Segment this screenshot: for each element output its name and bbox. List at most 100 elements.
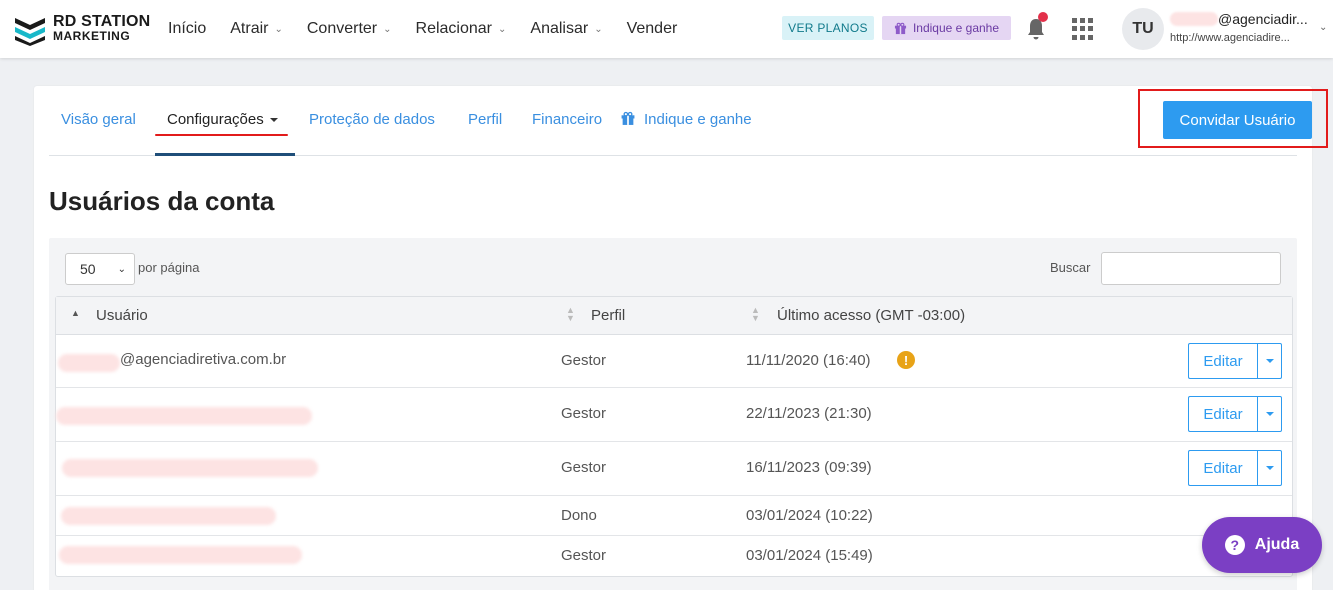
- edit-user-button[interactable]: Editar: [1188, 396, 1257, 432]
- invite-user-button[interactable]: Convidar Usuário: [1163, 101, 1312, 139]
- nav-label: Converter: [306, 20, 378, 37]
- chevron-down-icon: ⌄: [498, 23, 507, 35]
- notifications-bell-icon[interactable]: [1024, 12, 1048, 42]
- chevron-down-icon: ⌄: [117, 264, 126, 275]
- table-row: Gestor 16/11/2023 (09:39) Editar: [56, 442, 1292, 496]
- redacted-user: [62, 459, 318, 477]
- search-input[interactable]: [1101, 252, 1281, 285]
- redacted-user: [56, 407, 312, 425]
- search-label: Buscar: [1050, 260, 1091, 275]
- chevron-down-icon[interactable]: ⌄: [1319, 22, 1327, 33]
- notification-badge: [1038, 12, 1048, 22]
- redacted-name: [58, 354, 120, 372]
- redacted-user: [59, 546, 302, 564]
- column-header-usuario[interactable]: Usuário: [96, 307, 148, 324]
- warning-icon[interactable]: !: [897, 351, 915, 369]
- gift-icon: [894, 22, 907, 34]
- tab-financeiro[interactable]: Financeiro: [532, 111, 602, 128]
- ver-planos-button[interactable]: VER PLANOS: [782, 16, 874, 40]
- column-header-perfil[interactable]: Perfil: [591, 307, 625, 324]
- nav-item-analisar[interactable]: Analisar ⌄: [530, 20, 602, 38]
- nav-item-relacionar[interactable]: Relacionar ⌄: [416, 20, 507, 38]
- tab-visao-geral[interactable]: Visão geral: [61, 111, 136, 128]
- nav-label: Início: [168, 20, 207, 37]
- nav-item-vender[interactable]: Vender: [627, 20, 678, 38]
- edit-button-group: Editar: [1188, 450, 1282, 486]
- edit-user-button[interactable]: Editar: [1188, 450, 1257, 486]
- user-url[interactable]: http://www.agenciadire...: [1170, 32, 1290, 44]
- gift-icon: [620, 111, 636, 128]
- sort-asc-icon[interactable]: ▲: [71, 308, 80, 318]
- chevron-down-icon: ⌄: [594, 23, 603, 35]
- page-title: Usuários da conta: [49, 186, 275, 216]
- sort-icon[interactable]: ▲ ▼: [566, 306, 575, 323]
- per-page-value: 50: [80, 261, 96, 277]
- apps-grid-icon[interactable]: [1072, 18, 1094, 40]
- settings-tabs: Visão geral Configurações Proteção de da…: [49, 86, 1328, 156]
- edit-dropdown-button[interactable]: [1257, 450, 1282, 486]
- per-page-select[interactable]: 50 ⌄: [65, 253, 135, 285]
- tab-indique-e-ganhe[interactable]: Indique e ganhe: [620, 111, 752, 128]
- nav-label: Relacionar: [415, 20, 492, 37]
- nav-label: Vender: [626, 20, 678, 37]
- rd-logo-icon: [15, 18, 45, 46]
- profile-cell: Gestor: [561, 405, 607, 422]
- last-access-cell: 11/11/2020 (16:40): [746, 352, 871, 369]
- tab-label: Indique e ganhe: [644, 111, 752, 128]
- indique-label: Indique e ganhe: [912, 21, 1000, 35]
- last-access-cell: 03/01/2024 (15:49): [746, 547, 873, 564]
- nav-item-inicio[interactable]: Início: [168, 20, 206, 38]
- redacted-user: [61, 507, 276, 525]
- tab-protecao-de-dados[interactable]: Proteção de dados: [309, 111, 435, 128]
- annotation-underline: [155, 134, 288, 136]
- caret-down-icon: [1265, 412, 1274, 416]
- sort-icon[interactable]: ▲ ▼: [751, 306, 760, 323]
- table-row: Dono 03/01/2024 (10:22): [56, 496, 1292, 536]
- table-row: @agenciadiretiva.com.br Gestor 11/11/202…: [56, 335, 1292, 388]
- tab-label: Configurações: [167, 111, 264, 128]
- per-page-label: por página: [138, 260, 200, 275]
- edit-button-group: Editar: [1188, 343, 1282, 379]
- chevron-down-icon: ⌄: [274, 23, 283, 35]
- users-table-panel: 50 ⌄ por página Buscar ▲ Usuário ▲ ▼ Perf…: [49, 238, 1297, 590]
- edit-button-group: Editar: [1188, 396, 1282, 432]
- last-access-cell: 16/11/2023 (09:39): [746, 459, 872, 476]
- question-icon: ?: [1224, 535, 1245, 555]
- help-button[interactable]: ? Ajuda: [1202, 517, 1322, 573]
- nav-item-converter[interactable]: Converter ⌄: [307, 20, 392, 38]
- column-header-ultimo-acesso[interactable]: Último acesso (GMT -03:00): [777, 307, 965, 324]
- table-header: ▲ Usuário ▲ ▼ Perfil ▲ ▼ Último acesso (GM…: [56, 297, 1292, 335]
- user-email[interactable]: @agenciadir...: [1218, 11, 1308, 27]
- nav-label: Atrair: [230, 20, 269, 37]
- profile-cell: Gestor: [561, 547, 607, 564]
- table-row: Gestor 03/01/2024 (15:49): [56, 536, 1292, 576]
- nav-item-atrair[interactable]: Atrair ⌄: [230, 20, 283, 38]
- profile-cell: Gestor: [561, 352, 607, 369]
- profile-cell: Dono: [561, 507, 597, 524]
- caret-down-icon: [269, 118, 278, 123]
- account-users-card: Visão geral Configurações Proteção de da…: [34, 86, 1328, 590]
- redacted-name: [1170, 12, 1218, 26]
- main-nav: Início Atrair ⌄ Converter ⌄ Relacionar ⌄ An…: [168, 0, 701, 58]
- rd-station-logo[interactable]: RD STATION MARKETING: [13, 12, 158, 46]
- edit-dropdown-button[interactable]: [1257, 343, 1282, 379]
- caret-down-icon: [1265, 466, 1274, 470]
- active-tab-indicator: [155, 153, 295, 156]
- edit-dropdown-button[interactable]: [1257, 396, 1282, 432]
- profile-cell: Gestor: [561, 459, 607, 476]
- last-access-cell: 22/11/2023 (21:30): [746, 405, 872, 422]
- help-label: Ajuda: [1254, 536, 1300, 553]
- edit-user-button[interactable]: Editar: [1188, 343, 1257, 379]
- last-access-cell: 03/01/2024 (10:22): [746, 507, 873, 524]
- nav-label: Analisar: [530, 20, 589, 37]
- tab-configuracoes[interactable]: Configurações: [167, 111, 278, 128]
- chevron-down-icon: ⌄: [383, 23, 392, 35]
- table-row: Gestor 22/11/2023 (21:30) Editar: [56, 388, 1292, 442]
- tab-perfil[interactable]: Perfil: [468, 111, 502, 128]
- top-navbar: RD STATION MARKETING Início Atrair ⌄ Conv…: [0, 0, 1333, 58]
- avatar[interactable]: TU: [1122, 8, 1164, 50]
- user-email-cell: @agenciadiretiva.com.br: [120, 351, 287, 368]
- indique-e-ganhe-button[interactable]: Indique e ganhe: [882, 16, 1011, 40]
- logo-text-sub: MARKETING: [53, 29, 131, 43]
- caret-down-icon: [1265, 359, 1274, 363]
